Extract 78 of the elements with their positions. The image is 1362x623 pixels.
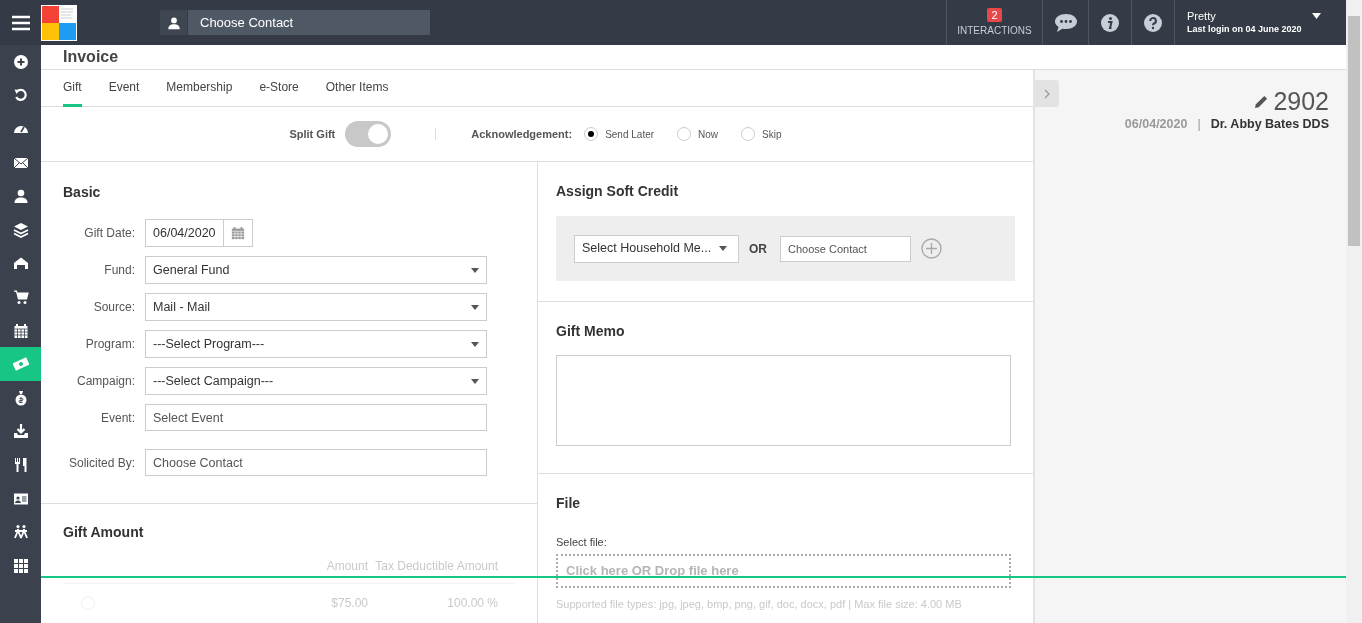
radio-button[interactable] bbox=[677, 127, 692, 141]
select-field[interactable]: ---Select Campaign--- bbox=[145, 367, 487, 395]
help-icon bbox=[1144, 13, 1162, 32]
tab[interactable]: e-Store bbox=[259, 70, 299, 107]
caret-icon bbox=[1311, 12, 1321, 19]
person-icon bbox=[12, 188, 29, 205]
contact-search-field[interactable]: Choose Contact bbox=[188, 10, 430, 35]
invoice-date: 06/04/2020 bbox=[1124, 116, 1188, 133]
select-field[interactable]: Mail - Mail bbox=[145, 293, 487, 321]
caret-icon bbox=[471, 304, 479, 310]
chevron-right-icon bbox=[1044, 88, 1050, 99]
tab[interactable]: Membership bbox=[166, 70, 233, 107]
section-title: Basic bbox=[63, 183, 102, 202]
calendar-icon bbox=[12, 322, 29, 339]
edit-button[interactable] bbox=[1254, 93, 1270, 109]
undo-icon bbox=[12, 87, 29, 104]
utensils-icon bbox=[12, 456, 29, 473]
notification-count: 2 bbox=[987, 7, 1002, 22]
house-icon bbox=[12, 255, 29, 272]
caret-icon bbox=[471, 341, 479, 347]
logo-icon bbox=[41, 4, 77, 41]
section-title: File bbox=[556, 494, 582, 513]
tab[interactable]: Other Items bbox=[325, 70, 389, 107]
field-label: Program: bbox=[84, 336, 136, 353]
running-people-icon bbox=[12, 524, 29, 541]
contact-name: Dr. Abby Bates DDS bbox=[1210, 116, 1329, 133]
input-field[interactable]: Choose Contact bbox=[145, 449, 487, 476]
radio-button[interactable] bbox=[584, 127, 599, 141]
field-label: Event: bbox=[99, 409, 136, 427]
caret-icon bbox=[471, 267, 479, 273]
tab[interactable]: Gift bbox=[63, 70, 82, 107]
split-gift-label: Split Gift bbox=[289, 126, 336, 142]
select-field[interactable]: ---Select Program--- bbox=[145, 330, 487, 358]
caret-icon bbox=[471, 378, 479, 384]
person-icon bbox=[166, 15, 181, 30]
separator-text: | bbox=[1197, 116, 1201, 133]
layers-icon bbox=[12, 221, 29, 238]
memo-field[interactable] bbox=[556, 355, 1011, 446]
or-label: OR bbox=[749, 240, 767, 258]
invoice-number: 2902 bbox=[1273, 87, 1329, 115]
select-field[interactable]: General Fund bbox=[145, 256, 487, 284]
input-field[interactable]: Select Event bbox=[145, 404, 487, 431]
scrollbar[interactable] bbox=[1346, 0, 1362, 623]
pencil-icon bbox=[1254, 93, 1270, 109]
cart-icon bbox=[12, 288, 29, 305]
user-name: Pretty bbox=[1187, 9, 1217, 23]
field-label: Fund: bbox=[103, 262, 136, 279]
tab[interactable]: Event bbox=[108, 70, 140, 107]
field-label: Source: bbox=[92, 299, 136, 316]
panel-toggle-button[interactable] bbox=[1035, 80, 1059, 107]
calendar-icon bbox=[231, 226, 245, 240]
section-title: Assign Soft Credit bbox=[556, 182, 680, 201]
input-field[interactable]: Choose Contact bbox=[780, 235, 911, 262]
plus-circle-icon bbox=[12, 53, 29, 70]
acknowledgement-label: Acknowledgement: bbox=[471, 126, 573, 142]
grid-icon bbox=[12, 557, 29, 574]
last-login-text: Last login on 04 June 2020 bbox=[1187, 22, 1302, 36]
interactions-button[interactable]: 2 INTERACTIONS bbox=[946, 0, 1042, 45]
field-label: Campaign: bbox=[75, 373, 136, 390]
radio-label: Now bbox=[698, 127, 719, 142]
split-gift-toggle[interactable] bbox=[345, 121, 392, 147]
speech-bubble-icon bbox=[1053, 12, 1078, 33]
download-icon bbox=[12, 423, 29, 440]
field-label: Gift Date: bbox=[83, 225, 136, 242]
radio-button[interactable] bbox=[741, 127, 756, 141]
field-label: Solicited By: bbox=[67, 454, 136, 472]
radio-label: Skip bbox=[762, 127, 782, 142]
section-title: Gift Memo bbox=[556, 322, 626, 341]
plus-circle-icon bbox=[921, 238, 942, 259]
menu-icon bbox=[11, 14, 30, 31]
section-title: Gift Amount bbox=[63, 523, 145, 542]
radio-label: Send Later bbox=[605, 127, 655, 142]
info-icon bbox=[1101, 13, 1119, 32]
interactions-label: INTERACTIONS bbox=[957, 23, 1032, 38]
caret-icon bbox=[719, 246, 728, 251]
select-field[interactable]: Select Household Me... bbox=[574, 234, 739, 263]
select-file-label: Select file: bbox=[556, 535, 608, 550]
date-field[interactable]: 06/04/2020 bbox=[145, 219, 253, 247]
